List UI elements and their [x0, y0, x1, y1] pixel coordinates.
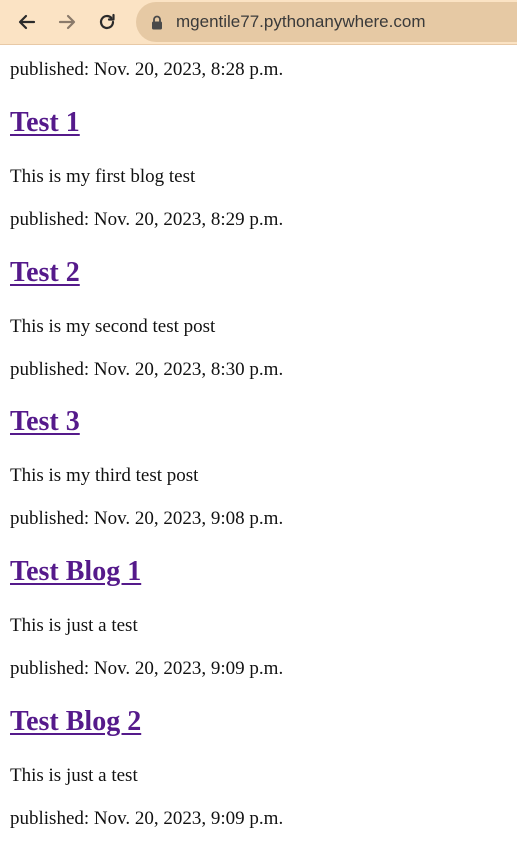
post-title-link[interactable]: Test Blog 1: [10, 556, 141, 587]
post-body: This is just a test: [10, 765, 138, 786]
post-title-link[interactable]: Test Blog 2: [10, 706, 141, 737]
post-title-link[interactable]: Test 1: [10, 107, 80, 138]
post-body: This is my second test post: [10, 316, 216, 337]
post-body: This is my third test post: [10, 465, 199, 486]
arrow-right-icon: [57, 12, 77, 32]
published-date: published: Nov. 20, 2023, 8:28 p.m.: [10, 59, 284, 80]
published-date: published: Nov. 20, 2023, 9:09 p.m.: [10, 808, 284, 829]
post-body: This is my first blog test: [10, 166, 196, 187]
post-body: This is just a test: [10, 615, 138, 636]
post-title-heading: Test Blog 2: [10, 705, 141, 739]
post-title-heading: Test 3: [10, 405, 80, 439]
url-text[interactable]: mgentile77.pythonanywhere.com: [176, 12, 425, 32]
browser-toolbar: mgentile77.pythonanywhere.com: [0, 0, 517, 45]
post-title-heading: Test Blog 1: [10, 555, 141, 589]
post-title-link[interactable]: Test 3: [10, 406, 80, 437]
published-date: published: Nov. 20, 2023, 9:09 p.m.: [10, 658, 284, 679]
address-bar[interactable]: mgentile77.pythonanywhere.com: [136, 2, 517, 42]
back-button[interactable]: [11, 6, 43, 38]
page-content: published: Nov. 20, 2023, 8:28 p.m. Test…: [0, 44, 517, 852]
post-title-heading: Test 2: [10, 256, 80, 290]
lock-icon[interactable]: [150, 14, 164, 30]
reload-button[interactable]: [91, 6, 123, 38]
reload-icon: [97, 12, 117, 32]
post-title-link[interactable]: Test 2: [10, 257, 80, 288]
published-date: published: Nov. 20, 2023, 9:08 p.m.: [10, 508, 284, 529]
published-date: published: Nov. 20, 2023, 8:29 p.m.: [10, 209, 284, 230]
published-date: published: Nov. 20, 2023, 8:30 p.m.: [10, 359, 284, 380]
arrow-left-icon: [17, 12, 37, 32]
forward-button[interactable]: [51, 6, 83, 38]
post-title-heading: Test 1: [10, 106, 80, 140]
